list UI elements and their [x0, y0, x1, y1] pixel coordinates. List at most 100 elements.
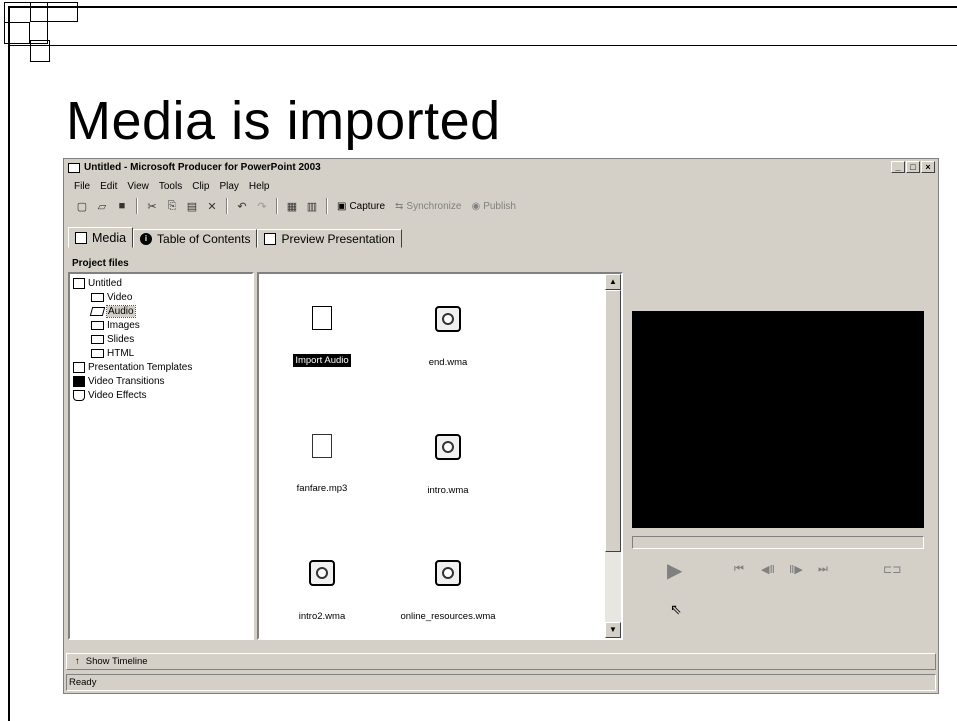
- tree-item-label: Images: [107, 319, 140, 331]
- info-icon: i: [140, 232, 153, 245]
- menu-help[interactable]: Help: [249, 181, 270, 192]
- synchronize-label: Synchronize: [406, 200, 462, 212]
- tree-item-images[interactable]: Images: [73, 318, 249, 332]
- media-item-label: online_resources.wma: [400, 611, 496, 622]
- tree-item-video-effects[interactable]: Video Effects: [73, 388, 249, 402]
- open-folder-icon: [89, 306, 106, 316]
- audio-file-icon: [435, 434, 461, 460]
- project-icon: [73, 277, 85, 289]
- capture-button[interactable]: ▣ Capture: [334, 201, 388, 212]
- paste-icon[interactable]: ▤: [184, 198, 200, 214]
- cut-icon[interactable]: ✂: [144, 198, 160, 214]
- rewind-icon[interactable]: ◀Ⅱ: [761, 563, 775, 576]
- scroll-down-button[interactable]: ▼: [605, 622, 621, 638]
- media-icon: [75, 231, 87, 244]
- tree-item-html[interactable]: HTML: [73, 346, 249, 360]
- tree-item-label: Video Transitions: [88, 375, 165, 387]
- delete-icon[interactable]: ✕: [204, 198, 220, 214]
- view-icon[interactable]: ▥: [304, 198, 320, 214]
- templates-icon: [73, 361, 85, 373]
- menu-file[interactable]: File: [74, 181, 90, 192]
- tree-item-audio[interactable]: Audio: [73, 304, 249, 318]
- capture-label: Capture: [349, 200, 386, 212]
- media-item-intro[interactable]: intro.wma: [393, 434, 503, 497]
- tab-strip: Media i Table of Contents Preview Presen…: [68, 227, 402, 249]
- media-scrollbar[interactable]: ▲ ▼: [605, 274, 621, 638]
- media-pane: Import Audio end.wma fanfare.mp3 intro.w…: [257, 272, 623, 640]
- tree-item-label: Untitled: [88, 277, 122, 289]
- menu-tools[interactable]: Tools: [159, 181, 182, 192]
- tab-media-label: Media: [92, 230, 127, 245]
- minimize-button[interactable]: _: [891, 161, 905, 173]
- new-icon[interactable]: ▢: [74, 198, 90, 214]
- media-item-fanfare[interactable]: fanfare.mp3: [267, 434, 377, 495]
- publish-label: Publish: [483, 200, 516, 212]
- media-item-label: fanfare.mp3: [296, 483, 348, 494]
- menu-clip[interactable]: Clip: [192, 181, 209, 192]
- media-item-label: intro2.wma: [298, 611, 346, 622]
- menu-edit[interactable]: Edit: [100, 181, 117, 192]
- slide-title: Media is imported: [66, 91, 501, 151]
- media-item-end[interactable]: end.wma: [393, 306, 503, 369]
- slide-corner-decoration: [30, 40, 50, 62]
- folder-icon: [91, 292, 104, 302]
- next-icon[interactable]: ⏭: [818, 563, 828, 576]
- properties-icon[interactable]: ▦: [284, 198, 300, 214]
- synchronize-button[interactable]: ⇆ Synchronize: [392, 201, 464, 212]
- media-item-import-audio[interactable]: Import Audio: [267, 306, 377, 367]
- folder-icon: [91, 334, 104, 344]
- app-icon[interactable]: [68, 162, 80, 173]
- tree-item-label: HTML: [107, 347, 135, 359]
- status-text: Ready: [69, 677, 97, 688]
- save-icon[interactable]: ■: [114, 198, 130, 214]
- redo-icon[interactable]: ↷: [254, 198, 270, 214]
- menu-play[interactable]: Play: [219, 181, 238, 192]
- capture-icon: ▣: [337, 200, 347, 212]
- forward-icon[interactable]: Ⅱ▶: [789, 563, 803, 576]
- play-button[interactable]: ▶: [667, 558, 682, 583]
- copy-icon[interactable]: ⎘: [164, 198, 180, 214]
- preview-monitor: [632, 311, 924, 528]
- tab-preview-label: Preview Presentation: [281, 231, 395, 246]
- tab-preview-presentation[interactable]: Preview Presentation: [257, 229, 402, 248]
- previous-icon[interactable]: ⏮: [734, 563, 744, 576]
- toolbar: ▢ ▱ ■ ✂ ⎘ ▤ ✕ ↶ ↷ ▦ ▥ ▣ Capture ⇆ Synchron…: [64, 196, 938, 216]
- split-icon[interactable]: ⊏⊐: [883, 563, 901, 576]
- scroll-up-button[interactable]: ▲: [605, 274, 621, 290]
- tree-item-slides[interactable]: Slides: [73, 332, 249, 346]
- media-item-label: intro.wma: [427, 485, 469, 496]
- tree-item-video-transitions[interactable]: Video Transitions: [73, 374, 249, 388]
- media-item-label: end.wma: [428, 357, 468, 368]
- maximize-button[interactable]: □: [906, 161, 920, 173]
- scroll-thumb[interactable]: [605, 290, 621, 552]
- tab-table-of-contents[interactable]: i Table of Contents: [133, 229, 258, 248]
- seek-bar[interactable]: [632, 536, 924, 549]
- window-title: Untitled - Microsoft Producer for PowerP…: [84, 162, 321, 173]
- toolbar-separator: [276, 198, 278, 214]
- slide-title-rule: [8, 45, 957, 46]
- folder-icon: [91, 348, 104, 358]
- undo-icon[interactable]: ↶: [234, 198, 250, 214]
- slide-corner-decoration: [30, 2, 78, 22]
- tree-item-untitled[interactable]: Untitled: [73, 276, 249, 290]
- audio-file-icon: [435, 306, 461, 332]
- audio-file-icon: [435, 560, 461, 586]
- tree-item-video[interactable]: Video: [73, 290, 249, 304]
- publish-button[interactable]: ◉ Publish: [468, 201, 519, 212]
- synchronize-icon: ⇆: [395, 200, 404, 212]
- media-item-intro2[interactable]: intro2.wma: [267, 560, 377, 623]
- close-button[interactable]: ×: [921, 161, 935, 173]
- menu-bar: File Edit View Tools Clip Play Help: [64, 178, 938, 194]
- transitions-icon: [73, 375, 85, 387]
- toolbar-separator: [326, 198, 328, 214]
- tree-item-label: Slides: [107, 333, 135, 345]
- producer-window: Untitled - Microsoft Producer for PowerP…: [63, 158, 939, 694]
- tab-media[interactable]: Media: [68, 227, 134, 248]
- menu-view[interactable]: View: [127, 181, 149, 192]
- media-item-online-resources[interactable]: online_resources.wma: [393, 560, 503, 623]
- title-bar[interactable]: Untitled - Microsoft Producer for PowerP…: [64, 159, 938, 176]
- tree-item-presentation-templates[interactable]: Presentation Templates: [73, 360, 249, 374]
- show-timeline-bar[interactable]: ↑ Show Timeline: [66, 653, 936, 670]
- open-icon[interactable]: ▱: [94, 198, 110, 214]
- status-bar: Ready: [66, 674, 936, 691]
